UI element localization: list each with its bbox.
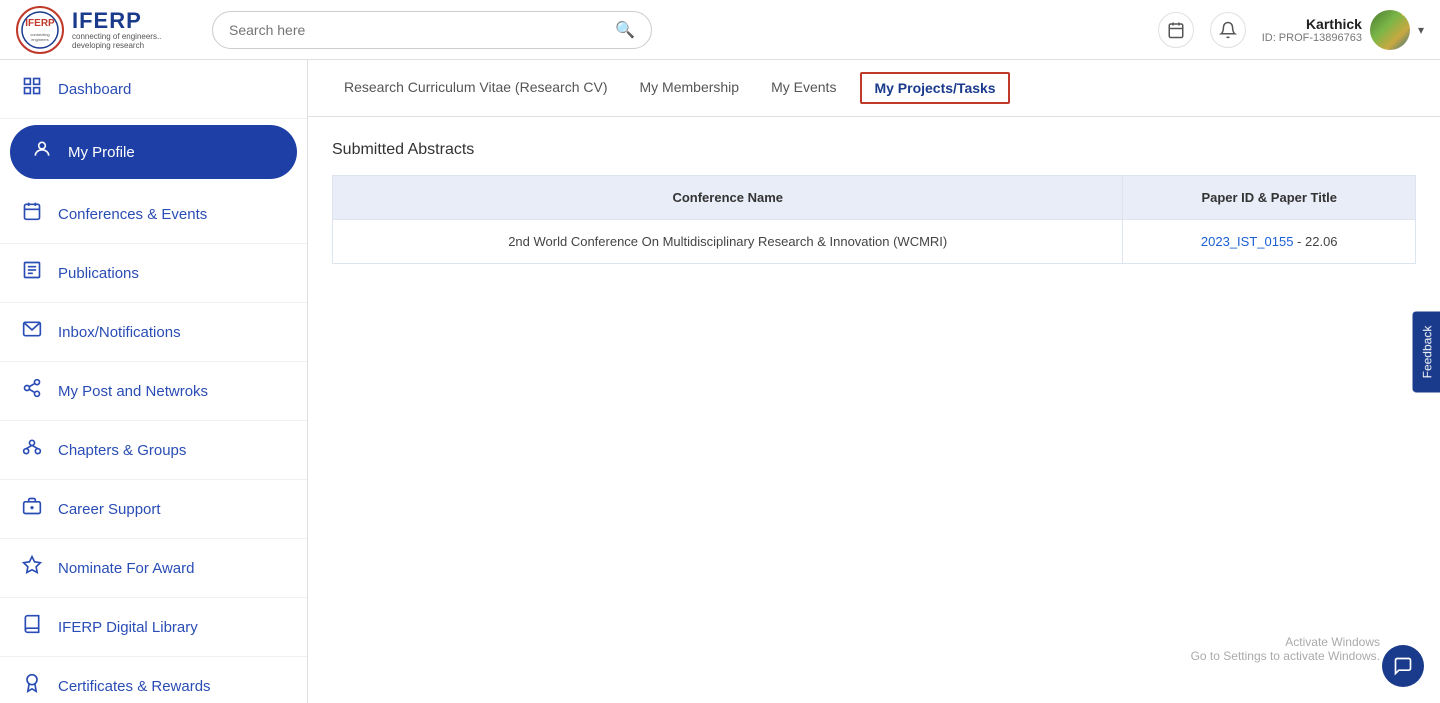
table-header-row: Conference Name Paper ID & Paper Title bbox=[333, 176, 1416, 220]
user-name: Karthick bbox=[1262, 16, 1362, 32]
conference-name-cell: 2nd World Conference On Multidisciplinar… bbox=[333, 220, 1123, 264]
chapters-icon bbox=[20, 437, 44, 463]
feedback-button[interactable]: Feedback bbox=[1413, 311, 1440, 392]
sidebar-item-post-networks[interactable]: My Post and Netwroks bbox=[0, 362, 307, 421]
tab-my-events[interactable]: My Events bbox=[755, 61, 852, 115]
feedback-label: Feedback bbox=[1421, 325, 1435, 378]
post-networks-icon bbox=[20, 378, 44, 404]
sidebar-label-nominate: Nominate For Award bbox=[58, 560, 194, 577]
publications-icon bbox=[20, 260, 44, 286]
search-bar[interactable]: 🔍 bbox=[212, 11, 652, 49]
sidebar-item-chapters[interactable]: Chapters & Groups bbox=[0, 421, 307, 480]
tab-research-cv[interactable]: Research Curriculum Vitae (Research CV) bbox=[328, 61, 624, 115]
career-icon bbox=[20, 496, 44, 522]
inbox-icon bbox=[20, 319, 44, 345]
sidebar-label-post-networks: My Post and Netwroks bbox=[58, 383, 208, 400]
sidebar: Dashboard My Profile Conferences & Event… bbox=[0, 60, 308, 703]
certificates-icon bbox=[20, 673, 44, 699]
sidebar-item-library[interactable]: IFERP Digital Library bbox=[0, 598, 307, 657]
col-paper-id: Paper ID & Paper Title bbox=[1123, 176, 1416, 220]
conferences-icon bbox=[20, 201, 44, 227]
logo-name: IFERP bbox=[72, 9, 196, 33]
notification-icon-btn[interactable] bbox=[1210, 12, 1246, 48]
main-layout: Dashboard My Profile Conferences & Event… bbox=[0, 60, 1440, 703]
sidebar-label-inbox: Inbox/Notifications bbox=[58, 324, 181, 341]
avatar: 👑 bbox=[1370, 10, 1410, 50]
sidebar-label-career: Career Support bbox=[58, 501, 161, 518]
chevron-down-icon[interactable]: ▾ bbox=[1418, 23, 1424, 37]
header-icons: Karthick ID: PROF-13896763 👑 ▾ bbox=[1158, 10, 1424, 50]
svg-text:IFERP: IFERP bbox=[25, 18, 55, 29]
col-conference-name: Conference Name bbox=[333, 176, 1123, 220]
table-row: 2nd World Conference On Multidisciplinar… bbox=[333, 220, 1416, 264]
user-info[interactable]: Karthick ID: PROF-13896763 👑 ▾ bbox=[1262, 10, 1424, 50]
sidebar-label-chapters: Chapters & Groups bbox=[58, 442, 186, 459]
svg-text:engineers: engineers bbox=[31, 37, 49, 42]
logo-area: IFERP connecting engineers IFERP connect… bbox=[16, 6, 196, 54]
chat-bubble-button[interactable] bbox=[1382, 645, 1424, 687]
tab-my-membership[interactable]: My Membership bbox=[624, 61, 756, 115]
header: IFERP connecting engineers IFERP connect… bbox=[0, 0, 1440, 60]
paper-separator: - bbox=[1293, 234, 1305, 249]
sidebar-item-career[interactable]: Career Support bbox=[0, 480, 307, 539]
logo-text: IFERP connecting of engineers.. developi… bbox=[72, 9, 196, 51]
paper-title: 22.06 bbox=[1305, 234, 1338, 249]
sidebar-label-my-profile: My Profile bbox=[68, 144, 135, 161]
search-input[interactable] bbox=[229, 22, 615, 38]
user-id: ID: PROF-13896763 bbox=[1262, 32, 1362, 44]
tabs-bar: Research Curriculum Vitae (Research CV) … bbox=[308, 60, 1440, 117]
user-details: Karthick ID: PROF-13896763 bbox=[1262, 16, 1362, 44]
crown-badge: 👑 bbox=[1400, 10, 1410, 17]
search-icon[interactable]: 🔍 bbox=[615, 20, 635, 40]
logo-tagline: connecting of engineers.. developing res… bbox=[72, 33, 196, 51]
content-area: Research Curriculum Vitae (Research CV) … bbox=[308, 60, 1440, 703]
sidebar-item-conferences[interactable]: Conferences & Events bbox=[0, 185, 307, 244]
sidebar-item-nominate[interactable]: Nominate For Award bbox=[0, 539, 307, 598]
sidebar-label-publications: Publications bbox=[58, 265, 139, 282]
sidebar-item-dashboard[interactable]: Dashboard bbox=[0, 60, 307, 119]
sidebar-item-inbox[interactable]: Inbox/Notifications bbox=[0, 303, 307, 362]
sidebar-label-certificates: Certificates & Rewards bbox=[58, 678, 211, 695]
sidebar-item-certificates[interactable]: Certificates & Rewards bbox=[0, 657, 307, 703]
sidebar-item-publications[interactable]: Publications bbox=[0, 244, 307, 303]
nominate-icon bbox=[20, 555, 44, 581]
abstracts-table: Conference Name Paper ID & Paper Title 2… bbox=[332, 175, 1416, 264]
sidebar-label-dashboard: Dashboard bbox=[58, 81, 131, 98]
page-content: Submitted Abstracts Conference Name Pape… bbox=[308, 117, 1440, 703]
sidebar-label-conferences: Conferences & Events bbox=[58, 206, 207, 223]
sidebar-label-library: IFERP Digital Library bbox=[58, 619, 198, 636]
dashboard-icon bbox=[20, 76, 44, 102]
logo-icon: IFERP connecting engineers bbox=[16, 6, 64, 54]
sidebar-item-my-profile[interactable]: My Profile bbox=[10, 125, 297, 179]
section-title: Submitted Abstracts bbox=[332, 141, 1416, 159]
tab-my-projects[interactable]: My Projects/Tasks bbox=[860, 72, 1009, 104]
paper-id-cell: 2023_IST_0155 - 22.06 bbox=[1123, 220, 1416, 264]
paper-id-link[interactable]: 2023_IST_0155 bbox=[1201, 234, 1294, 249]
library-icon bbox=[20, 614, 44, 640]
calendar-icon-btn[interactable] bbox=[1158, 12, 1194, 48]
my-profile-icon bbox=[30, 139, 54, 165]
